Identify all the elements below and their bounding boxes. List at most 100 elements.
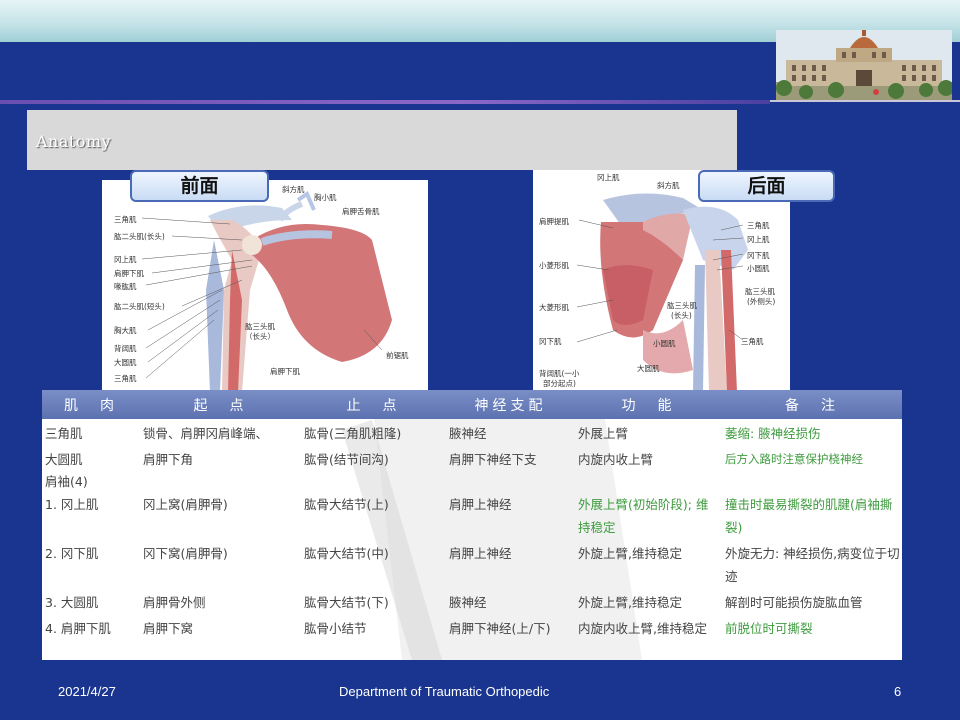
table-cell — [575, 471, 722, 490]
back-label: 斜方肌 — [657, 181, 680, 190]
table-cell: 撞击时最易撕裂的肌腱(肩袖撕裂) — [725, 497, 893, 535]
table-cell: 肱骨大结节(中) — [304, 546, 389, 561]
column-header: 功 能 — [575, 390, 722, 419]
front-label: 大圆肌 — [114, 358, 137, 367]
table-cell: 三角肌 — [45, 426, 83, 441]
table-row: 2. 冈下肌 冈下窝(肩胛骨) 肱骨大结节(中) 肩胛上神经 外旋上臂,维持稳定… — [42, 539, 902, 588]
table-cell — [301, 471, 446, 490]
table-cell: 肱骨(三角肌粗隆) — [304, 426, 402, 441]
front-label: 肩胛下肌 — [270, 367, 300, 376]
back-label: 冈上肌 — [597, 173, 620, 182]
table-row: 三角肌 锁骨、肩胛冈肩峰端、 肱骨(三角肌粗隆) 腋神经 外展上臂 萎缩: 腋神… — [42, 419, 902, 445]
table-cell: 萎缩: 腋神经损伤 — [725, 426, 821, 441]
back-label: 三角肌 — [741, 337, 764, 346]
table-cell: 锁骨、肩胛冈肩峰端、 — [143, 426, 269, 441]
title-bar: Anatomy — [27, 110, 737, 170]
front-label: 胸大肌 — [114, 326, 137, 335]
front-label: 三角肌 — [114, 215, 137, 224]
muscle-table-panel: 肌 肉 起 点 止 点 神经支配 功 能 备 注 三角肌 锁骨、肩胛冈肩峰端、 … — [42, 390, 902, 660]
table-cell: 肱骨小结节 — [304, 621, 367, 636]
building-logo — [776, 30, 952, 100]
table-cell: 内旋内收上臂,维持稳定 — [578, 621, 707, 636]
front-view-badge: 前面 — [130, 170, 269, 202]
front-shoulder-illustration: 斜方肌 胸小肌 肩胛舌骨肌 三角肌 肱二头肌(长头) 冈上肌 肩胛下肌 喙肱肌 … — [102, 180, 428, 392]
table-cell: 外旋上臂,维持稳定 — [578, 546, 682, 561]
back-label: 小圆肌 — [747, 264, 770, 273]
header-divider — [0, 100, 770, 104]
front-label: 肩胛舌骨肌 — [342, 207, 380, 216]
front-label: 背阔肌 — [114, 344, 137, 353]
table-cell: 肩胛上神经 — [449, 546, 512, 561]
table-row: 4. 肩胛下肌 肩胛下窝 肱骨小结节 肩胛下神经(上/下) 内旋内收上臂,维持稳… — [42, 614, 902, 640]
footer-date: 2021/4/27 — [58, 684, 116, 699]
header-divider-thin — [770, 100, 960, 102]
back-label: 大菱形肌 — [539, 303, 569, 312]
back-label: 冈下肌 — [539, 337, 562, 346]
table-cell: 大圆肌 — [45, 452, 83, 467]
front-label: 冈上肌 — [114, 255, 137, 264]
front-label: 前锯肌 — [386, 351, 409, 360]
footer-department: Department of Traumatic Orthopedic — [339, 684, 550, 699]
column-header: 肌 肉 — [42, 390, 140, 419]
table-cell: 解剖时可能损伤旋肱血管 — [725, 595, 863, 610]
table-cell: 肱骨大结节(下) — [304, 595, 389, 610]
front-label: 喙肱肌 — [114, 282, 137, 291]
table-cell: 肩胛下角 — [143, 452, 194, 467]
back-view-badge: 后面 — [698, 170, 835, 202]
front-label: （长头） — [245, 332, 275, 341]
table-cell: 4. 肩胛下肌 — [45, 621, 111, 636]
back-label: (长头) — [671, 311, 692, 320]
table-cell: 3. 大圆肌 — [45, 595, 99, 610]
table-cell: 肩胛下神经下支 — [449, 452, 537, 467]
table-cell: 外旋上臂,维持稳定 — [578, 595, 682, 610]
back-label: 小圆肌 — [653, 339, 676, 348]
front-label: 胸小肌 — [314, 193, 337, 202]
table-cell: 前脱位时可撕裂 — [725, 621, 813, 636]
front-label: 三角肌 — [114, 374, 137, 383]
table-row: 肩袖(4) — [42, 471, 902, 490]
table-cell: 2. 冈下肌 — [45, 546, 99, 561]
table-cell: 冈下窝(肩胛骨) — [143, 546, 228, 561]
back-label: 三角肌 — [747, 221, 770, 230]
table-cell: 冈上窝(肩胛骨) — [143, 497, 228, 512]
table-row: 1. 冈上肌 冈上窝(肩胛骨) 肱骨大结节(上) 肩胛上神经 外展上臂(初始阶段… — [42, 490, 902, 539]
table-cell: 内旋内收上臂 — [578, 452, 654, 467]
front-label: 肱二头肌(长头) — [114, 232, 165, 241]
table-cell: 外展上臂 — [578, 426, 629, 441]
table-cell: 后方入路时注意保护桡神经 — [725, 452, 863, 466]
back-anatomy-drawing — [576, 193, 748, 392]
table-cell: 肩袖(4) — [45, 474, 88, 489]
table-header-row: 肌 肉 起 点 止 点 神经支配 功 能 备 注 — [42, 390, 902, 419]
table-row: 大圆肌 肩胛下角 肱骨(结节间沟) 肩胛下神经下支 内旋内收上臂 后方入路时注意… — [42, 445, 902, 471]
column-header: 备 注 — [722, 390, 902, 419]
back-label: 肩胛提肌 — [539, 217, 569, 226]
table-cell: 肱骨大结节(上) — [304, 497, 389, 512]
table-cell: 肩胛骨外侧 — [143, 595, 206, 610]
column-header: 起 点 — [140, 390, 301, 419]
footer-page-number: 6 — [894, 684, 902, 699]
table-cell: 肩胛上神经 — [449, 497, 512, 512]
front-label: 斜方肌 — [282, 185, 305, 194]
table-row: 3. 大圆肌 肩胛骨外侧 肱骨大结节(下) 腋神经 外旋上臂,维持稳定 解剖时可… — [42, 588, 902, 614]
column-header: 止 点 — [301, 390, 446, 419]
table-cell: 肩胛下神经(上/下) — [449, 621, 551, 636]
table-cell — [140, 471, 301, 490]
slide-title: Anatomy — [36, 132, 112, 151]
table-cell: 腋神经 — [449, 595, 487, 610]
table-cell: 外展上臂(初始阶段); 维持稳定 — [578, 497, 709, 535]
back-label: 大圆肌 — [637, 364, 660, 373]
back-label: 小菱形肌 — [539, 261, 569, 270]
front-label: 肱二头肌(短头) — [114, 302, 165, 311]
back-label: (外侧头) — [747, 297, 776, 306]
column-header: 神经支配 — [446, 390, 575, 419]
back-shoulder-illustration: 冈上肌 斜方肌 肩胛提肌 三角肌 冈上肌 冈下肌 小圆肌 小菱形肌 大菱形肌 肱… — [533, 170, 790, 392]
table-cell: 腋神经 — [449, 426, 487, 441]
table-cell — [722, 471, 902, 490]
table-cell: 肱骨(结节间沟) — [304, 452, 389, 467]
back-label: 部分起点) — [543, 379, 576, 388]
table-cell: 1. 冈上肌 — [45, 497, 99, 512]
back-label: 冈下肌 — [747, 251, 770, 260]
back-label: 冈上肌 — [747, 235, 770, 244]
table-cell: 外旋无力: 神经损伤,病变位于切迹 — [725, 546, 900, 584]
muscle-table: 肌 肉 起 点 止 点 神经支配 功 能 备 注 三角肌 锁骨、肩胛冈肩峰端、 … — [42, 390, 902, 640]
